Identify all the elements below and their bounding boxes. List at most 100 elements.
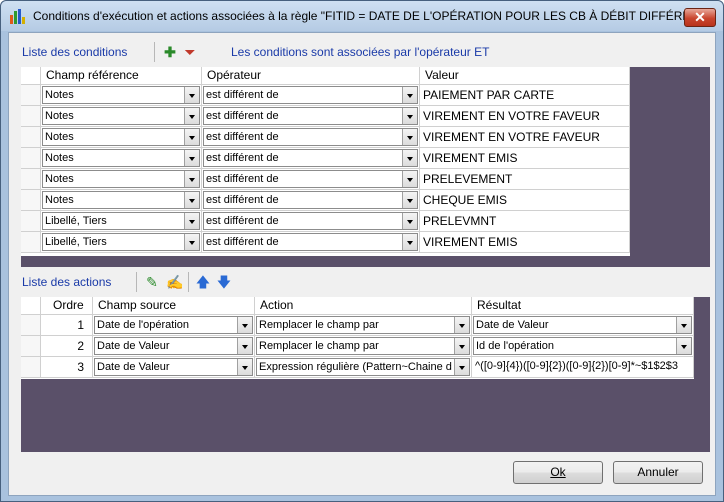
- close-button[interactable]: ✕: [684, 8, 716, 27]
- chevron-down-icon[interactable]: [237, 359, 252, 375]
- edit-action-icon[interactable]: ✍: [166, 274, 183, 290]
- chevron-down-icon[interactable]: [184, 234, 199, 250]
- valeur-cell[interactable]: PRELEVMNT: [420, 211, 630, 232]
- row-selector[interactable]: [21, 169, 41, 190]
- column-header-champ-reference[interactable]: Champ référence: [41, 67, 202, 85]
- champ-reference-select-value: Notes: [45, 110, 74, 122]
- move-up-icon[interactable]: 🡅: [195, 274, 211, 290]
- column-header-champ-source[interactable]: Champ source: [93, 297, 255, 315]
- resultat-select[interactable]: Id de l'opération: [473, 337, 692, 355]
- chevron-down-icon[interactable]: [184, 87, 199, 103]
- valeur-cell[interactable]: PAIEMENT PAR CARTE: [420, 85, 630, 106]
- action-cell: Remplacer le champ par: [255, 315, 472, 336]
- valeur-value: VIREMENT EN VOTRE FAVEUR: [423, 130, 600, 144]
- champ-reference-select[interactable]: Notes: [42, 149, 200, 167]
- champ-source-cell: Date de Valeur: [93, 357, 255, 378]
- row-selector[interactable]: [21, 315, 41, 336]
- chevron-down-icon[interactable]: [402, 150, 417, 166]
- cancel-button[interactable]: Annuler: [613, 461, 703, 484]
- column-header-valeur[interactable]: Valeur: [420, 67, 630, 85]
- action-select[interactable]: Expression régulière (Pattern~Chaine d..…: [256, 358, 470, 376]
- valeur-cell[interactable]: VIREMENT EMIS: [420, 148, 630, 169]
- resultat-cell[interactable]: ^([0-9]{4})([0-9]{2})([0-9]{2})[0-9]*~$1…: [472, 357, 694, 378]
- champ-reference-cell: Notes: [41, 169, 202, 190]
- chevron-down-icon[interactable]: [184, 150, 199, 166]
- champ-reference-select-value: Notes: [45, 152, 74, 164]
- valeur-cell[interactable]: VIREMENT EN VOTRE FAVEUR: [420, 106, 630, 127]
- champ-reference-select[interactable]: Notes: [42, 107, 200, 125]
- add-condition-icon[interactable]: ✚: [162, 44, 178, 60]
- action-select[interactable]: Remplacer le champ par: [256, 337, 470, 355]
- champ-source-select[interactable]: Date de Valeur: [94, 337, 253, 355]
- column-header-resultat[interactable]: Résultat: [472, 297, 694, 315]
- ok-button[interactable]: Ok: [513, 461, 603, 484]
- valeur-value: PAIEMENT PAR CARTE: [423, 88, 555, 102]
- chevron-down-icon[interactable]: [184, 108, 199, 124]
- chevron-down-icon[interactable]: [184, 129, 199, 145]
- champ-reference-select[interactable]: Notes: [42, 128, 200, 146]
- row-selector[interactable]: [21, 357, 41, 378]
- operateur-cell: est différent de: [202, 232, 420, 253]
- move-down-icon[interactable]: 🡇: [216, 274, 232, 290]
- operateur-select[interactable]: est différent de: [203, 170, 418, 188]
- operateur-select[interactable]: est différent de: [203, 212, 418, 230]
- chevron-down-icon[interactable]: [237, 317, 252, 333]
- row-selector[interactable]: [21, 106, 41, 127]
- column-header-ordre[interactable]: Ordre: [41, 297, 93, 315]
- champ-source-select[interactable]: Date de l'opération: [94, 316, 253, 334]
- column-header-action[interactable]: Action: [255, 297, 472, 315]
- add-action-icon[interactable]: ✎: [144, 274, 160, 290]
- chevron-down-icon[interactable]: [402, 192, 417, 208]
- valeur-value: VIREMENT EMIS: [423, 235, 518, 249]
- title-bar[interactable]: Conditions d'exécution et actions associ…: [1, 1, 723, 31]
- valeur-cell[interactable]: PRELEVEMENT: [420, 169, 630, 190]
- row-selector[interactable]: [21, 148, 41, 169]
- filter-remove-icon[interactable]: ⏷: [182, 44, 198, 60]
- column-header-operateur[interactable]: Opérateur: [202, 67, 420, 85]
- valeur-cell[interactable]: CHEQUE EMIS: [420, 190, 630, 211]
- chevron-down-icon[interactable]: [184, 171, 199, 187]
- champ-reference-select[interactable]: Libellé, Tiers: [42, 233, 200, 251]
- chevron-down-icon[interactable]: [184, 213, 199, 229]
- row-selector[interactable]: [21, 85, 41, 106]
- row-selector[interactable]: [21, 190, 41, 211]
- chevron-down-icon[interactable]: [402, 108, 417, 124]
- actions-grid: Ordre Champ source Action Résultat 1 Date…: [21, 297, 694, 379]
- action-row: 1 Date de l'opération Remplacer le champ p…: [21, 315, 694, 336]
- chevron-down-icon[interactable]: [676, 317, 691, 333]
- valeur-cell[interactable]: VIREMENT EN VOTRE FAVEUR: [420, 127, 630, 148]
- chevron-down-icon[interactable]: [184, 192, 199, 208]
- chevron-down-icon[interactable]: [676, 338, 691, 354]
- chevron-down-icon[interactable]: [402, 234, 417, 250]
- actions-toolbar: Liste des actions ✎ ✍ 🡅 🡇: [14, 269, 711, 295]
- champ-reference-cell: Libellé, Tiers: [41, 211, 202, 232]
- row-selector[interactable]: [21, 232, 41, 253]
- champ-source-select-value: Date de l'opération: [97, 319, 189, 331]
- operateur-cell: est différent de: [202, 127, 420, 148]
- chevron-down-icon[interactable]: [402, 129, 417, 145]
- champ-reference-select[interactable]: Notes: [42, 86, 200, 104]
- action-select[interactable]: Remplacer le champ par: [256, 316, 470, 334]
- chevron-down-icon[interactable]: [402, 87, 417, 103]
- operateur-select[interactable]: est différent de: [203, 191, 418, 209]
- champ-reference-select[interactable]: Notes: [42, 170, 200, 188]
- operateur-select[interactable]: est différent de: [203, 107, 418, 125]
- chevron-down-icon[interactable]: [402, 171, 417, 187]
- chevron-down-icon[interactable]: [454, 338, 469, 354]
- operateur-select[interactable]: est différent de: [203, 233, 418, 251]
- operateur-select[interactable]: est différent de: [203, 128, 418, 146]
- row-selector[interactable]: [21, 336, 41, 357]
- chevron-down-icon[interactable]: [454, 317, 469, 333]
- champ-source-select[interactable]: Date de Valeur: [94, 358, 253, 376]
- valeur-cell[interactable]: VIREMENT EMIS: [420, 232, 630, 253]
- chevron-down-icon[interactable]: [237, 338, 252, 354]
- row-selector[interactable]: [21, 211, 41, 232]
- chevron-down-icon[interactable]: [402, 213, 417, 229]
- operateur-select[interactable]: est différent de: [203, 149, 418, 167]
- champ-reference-select[interactable]: Libellé, Tiers: [42, 212, 200, 230]
- row-selector[interactable]: [21, 127, 41, 148]
- chevron-down-icon[interactable]: [454, 359, 469, 375]
- champ-reference-select[interactable]: Notes: [42, 191, 200, 209]
- resultat-select[interactable]: Date de Valeur: [473, 316, 692, 334]
- operateur-select[interactable]: est différent de: [203, 86, 418, 104]
